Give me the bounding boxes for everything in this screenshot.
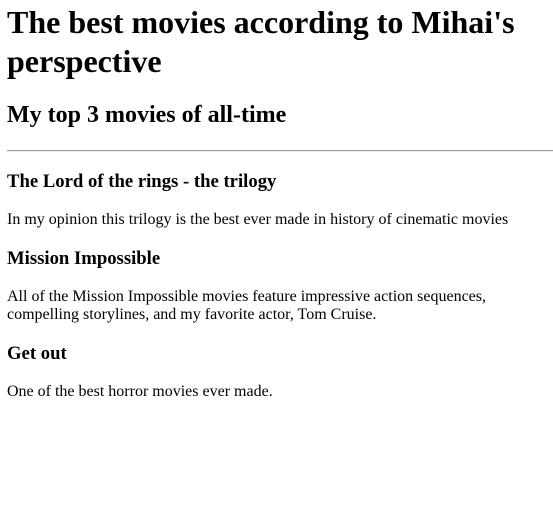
movie-description: All of the Mission Impossible movies fea… [7,288,487,323]
divider [7,150,553,152]
page-subtitle: My top 3 movies of all-time [7,102,287,128]
movie-description: One of the best horror movies ever made. [7,383,273,400]
page-title: The best movies according to Mihai's per… [7,4,515,79]
movie-title: The Lord of the rings - the trilogy [7,171,277,192]
movie-title: Get out [7,343,67,364]
movie-description: In my opinion this trilogy is the best e… [7,211,509,228]
movie-title: Mission Impossible [7,248,161,269]
